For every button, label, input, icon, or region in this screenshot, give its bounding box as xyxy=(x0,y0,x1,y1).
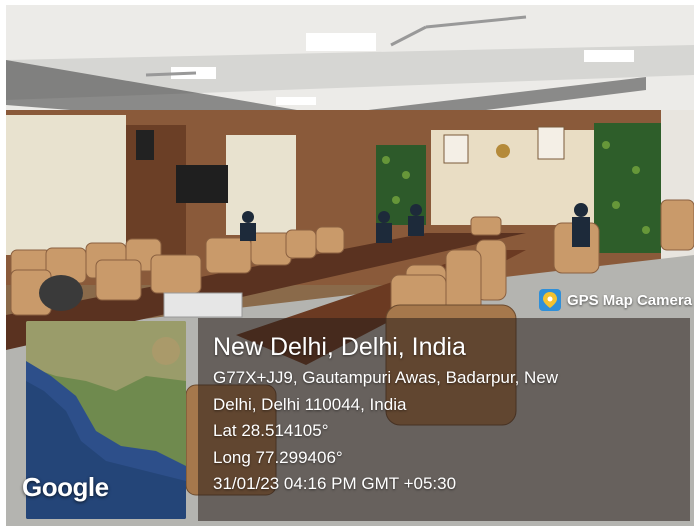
city-title: New Delhi, Delhi, India xyxy=(213,333,466,361)
latitude-text: Lat 28.514105° xyxy=(213,421,329,440)
address-line-1: G77X+JJ9, Gautampuri Awas, Badarpur, New xyxy=(213,368,559,387)
google-brand-label: Google xyxy=(22,472,109,502)
timestamp-text: 31/01/23 04:16 PM GMT +05:30 xyxy=(213,474,457,493)
location-info-block: New Delhi, Delhi, India G77X+JJ9, Gautam… xyxy=(213,331,558,498)
longitude-text: Long 77.299406° xyxy=(213,447,343,467)
map-pin-icon xyxy=(538,289,561,311)
gps-map-camera-badge: GPS Map Camera xyxy=(538,289,692,311)
photo-frame: Google GPS Map Camera New Delhi, Delhi, … xyxy=(0,0,700,531)
app-name-label: GPS Map Camera xyxy=(566,291,692,309)
address-line-2: Delhi, Delhi 110044, India xyxy=(213,394,407,414)
